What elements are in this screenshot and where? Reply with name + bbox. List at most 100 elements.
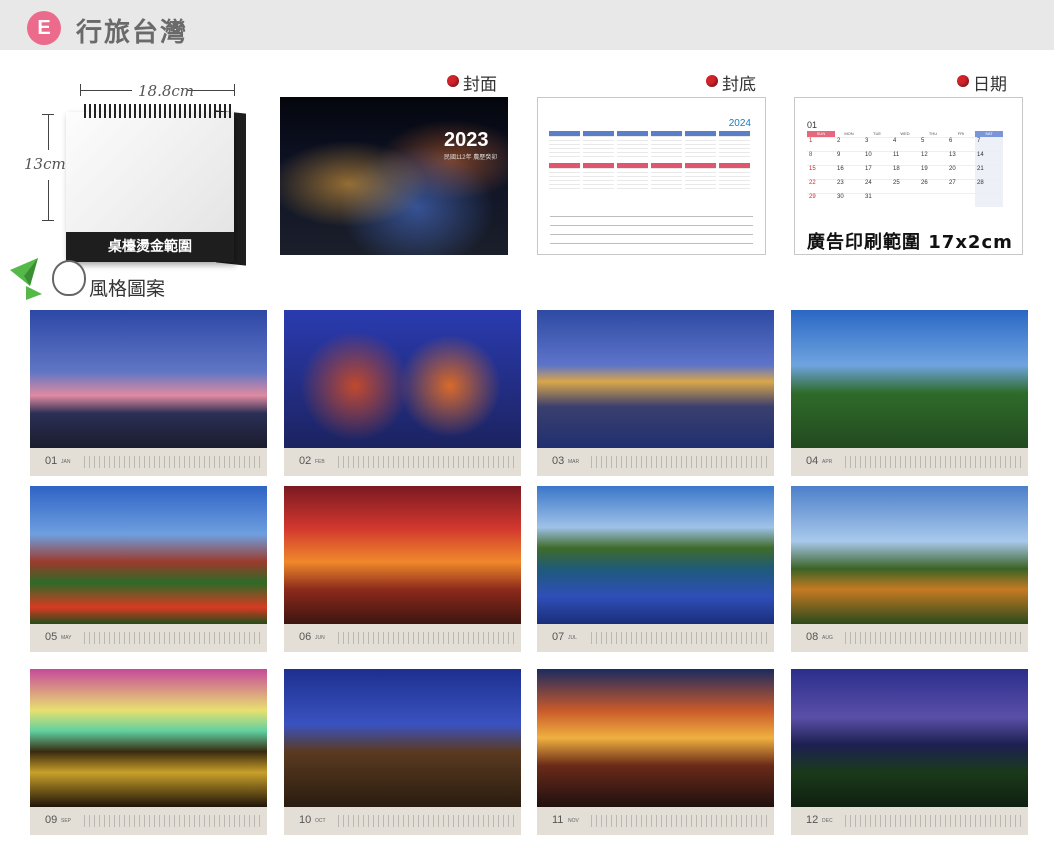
month-card: 12 DEC bbox=[791, 669, 1028, 835]
date-cell: 2 bbox=[835, 137, 863, 151]
girl-face-icon bbox=[52, 260, 86, 296]
back-cover-preview: 2024 bbox=[537, 97, 766, 255]
month-name: OCT bbox=[315, 818, 326, 824]
month-date-strip: 02 FEB bbox=[284, 448, 521, 476]
month-date-strip: 09 SEP bbox=[30, 807, 267, 835]
month-photo bbox=[791, 310, 1028, 448]
date-cell: 17 bbox=[863, 165, 891, 179]
month-day-row bbox=[338, 632, 516, 644]
month-card: 11 NOV bbox=[537, 669, 774, 835]
date-cell: 29 bbox=[807, 193, 835, 207]
month-card: 07 JUL bbox=[537, 486, 774, 652]
mini-month bbox=[651, 163, 682, 189]
month-number: 11 bbox=[552, 814, 564, 826]
header-bar: E 行旅台灣 bbox=[0, 0, 1054, 50]
dim-cap bbox=[42, 220, 54, 221]
red-dot-icon bbox=[447, 75, 459, 87]
month-day-row bbox=[84, 632, 262, 644]
date-cell: 28 bbox=[975, 179, 1003, 193]
date-cell: 13 bbox=[947, 151, 975, 165]
month-card: 04 APR bbox=[791, 310, 1028, 476]
month-photo bbox=[284, 310, 521, 448]
mini-month bbox=[685, 163, 716, 189]
back-cover-year: 2024 bbox=[728, 118, 751, 129]
dim-line bbox=[80, 90, 132, 91]
date-cell: 8 bbox=[807, 151, 835, 165]
month-day-row bbox=[845, 456, 1023, 468]
month-day-row bbox=[591, 456, 769, 468]
date-cell: 12 bbox=[919, 151, 947, 165]
date-cell: 18 bbox=[891, 165, 919, 179]
month-day-row bbox=[338, 456, 516, 468]
month-name: JUN bbox=[315, 635, 325, 641]
date-cell bbox=[947, 193, 975, 207]
date-month-number: 01 bbox=[807, 120, 818, 130]
mini-month-days bbox=[651, 168, 682, 189]
month-day-row bbox=[591, 815, 769, 827]
mini-month-days bbox=[719, 168, 750, 189]
month-number: 08 bbox=[806, 631, 819, 643]
date-cell: 7 bbox=[975, 137, 1003, 151]
preview-label-back: 封底 bbox=[722, 75, 756, 95]
dim-line bbox=[48, 114, 49, 150]
month-date-strip: 07 JUL bbox=[537, 624, 774, 652]
date-cell: 5 bbox=[919, 137, 947, 151]
date-cell: 6 bbox=[947, 137, 975, 151]
month-number: 03 bbox=[552, 455, 565, 467]
date-cell: 21 bbox=[975, 165, 1003, 179]
date-cell: 19 bbox=[919, 165, 947, 179]
date-cell: 20 bbox=[947, 165, 975, 179]
month-card: 03 MAR bbox=[537, 310, 774, 476]
mini-month bbox=[719, 131, 750, 157]
month-number: 02 bbox=[299, 455, 312, 467]
month-name: JAN bbox=[61, 459, 71, 465]
style-section: 風格圖案 bbox=[8, 256, 208, 300]
month-day-row bbox=[845, 815, 1023, 827]
month-number: 10 bbox=[299, 814, 312, 826]
dim-cap bbox=[234, 84, 235, 96]
page-title: 行旅台灣 bbox=[76, 18, 189, 48]
date-cell: 22 bbox=[807, 179, 835, 193]
month-number: 04 bbox=[806, 455, 819, 467]
mini-month bbox=[651, 131, 682, 157]
mini-month-days bbox=[685, 168, 716, 189]
mini-month-days bbox=[583, 136, 614, 157]
date-cell: 30 bbox=[835, 193, 863, 207]
mini-month bbox=[583, 131, 614, 157]
date-cell bbox=[891, 193, 919, 207]
style-section-label: 風格圖案 bbox=[89, 278, 166, 300]
red-dot-icon bbox=[957, 75, 969, 87]
month-date-strip: 06 JUN bbox=[284, 624, 521, 652]
height-dimension: 13cm bbox=[24, 155, 66, 173]
date-cell bbox=[919, 193, 947, 207]
section-badge: E bbox=[27, 11, 61, 45]
paper-plane-icon bbox=[10, 258, 42, 300]
month-day-row bbox=[338, 815, 516, 827]
month-photo bbox=[30, 310, 267, 448]
date-cell: 16 bbox=[835, 165, 863, 179]
month-photo bbox=[791, 486, 1028, 624]
date-cell: 27 bbox=[947, 179, 975, 193]
date-grid: SUN MON TUE WED THU FRI SAT 1 2 3 4 5 6 7 8 9 10 11 12 13 1… bbox=[807, 131, 1003, 221]
mini-month bbox=[617, 131, 648, 157]
mini-month bbox=[685, 131, 716, 157]
cover-subtitle: 民國112年 農歷癸卯 bbox=[444, 155, 498, 161]
date-cell: 14 bbox=[975, 151, 1003, 165]
date-cell: 4 bbox=[891, 137, 919, 151]
month-photo bbox=[284, 669, 521, 807]
month-number: 01 bbox=[45, 455, 58, 467]
month-date-strip: 12 DEC bbox=[791, 807, 1028, 835]
month-name: AUG bbox=[822, 635, 833, 641]
desk-calendar: 桌檯燙金範圍 bbox=[66, 104, 246, 266]
cover-preview: 2023 民國112年 農歷癸卯 bbox=[280, 97, 508, 255]
mini-month-days bbox=[719, 136, 750, 157]
date-cells: 1 2 3 4 5 6 7 8 9 10 11 12 13 14 15 16 17 18 19 20 21 22 23 24 2… bbox=[807, 137, 1003, 207]
month-date-strip: 11 NOV bbox=[537, 807, 774, 835]
month-name: MAY bbox=[61, 635, 72, 641]
desk-calendar-page: 桌檯燙金範圍 bbox=[66, 112, 234, 262]
date-cell: 31 bbox=[863, 193, 891, 207]
month-card: 06 JUN bbox=[284, 486, 521, 652]
month-date-strip: 04 APR bbox=[791, 448, 1028, 476]
month-photo bbox=[791, 669, 1028, 807]
month-date-strip: 05 MAY bbox=[30, 624, 267, 652]
